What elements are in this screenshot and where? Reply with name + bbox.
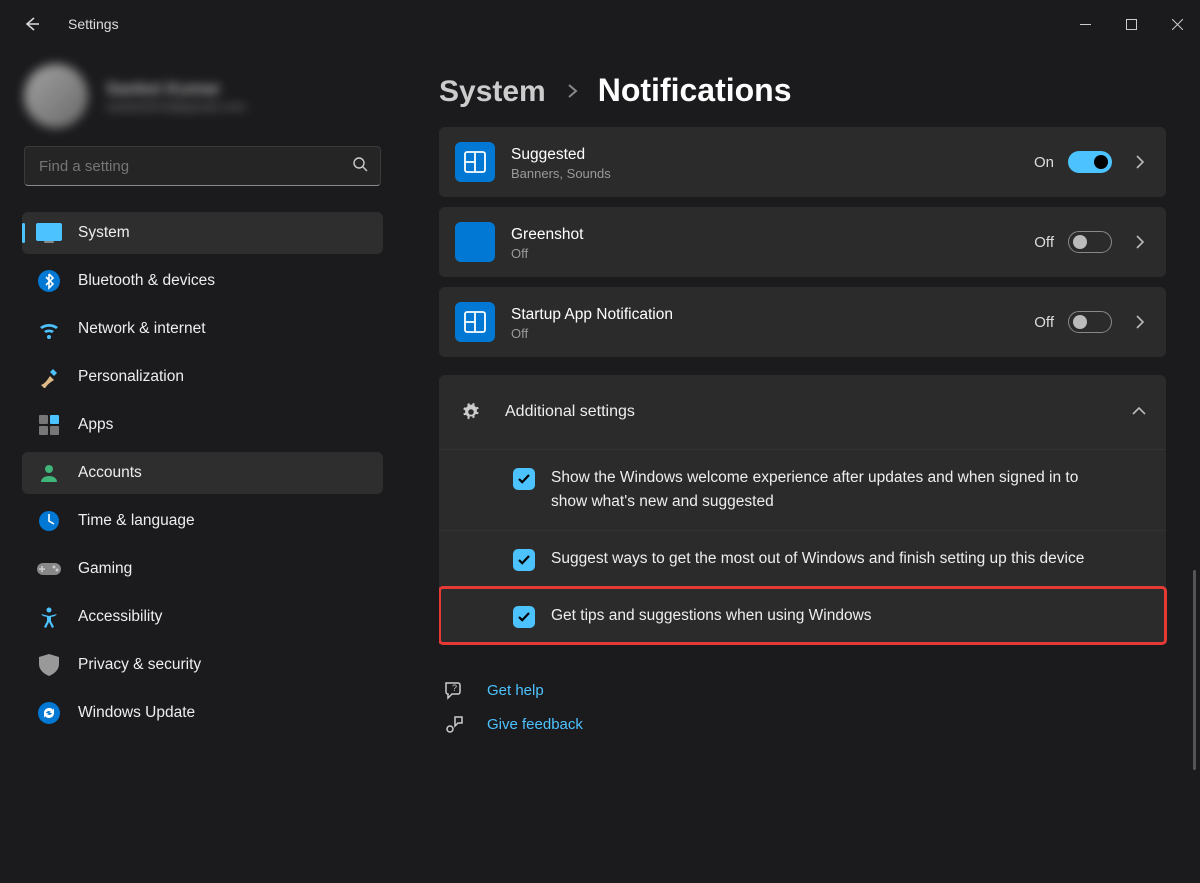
sidebar-item-label: Apps: [78, 416, 113, 434]
window-controls: [1062, 4, 1200, 44]
sidebar-item-gaming[interactable]: Gaming: [22, 548, 383, 590]
checkbox-row-highlighted[interactable]: Get tips and suggestions when using Wind…: [439, 587, 1166, 644]
system-icon: [34, 218, 64, 248]
update-icon: [34, 698, 64, 728]
scrollbar[interactable]: [1193, 140, 1197, 860]
footer-link-label: Get help: [487, 682, 544, 699]
app-row-title: Startup App Notification: [511, 304, 1020, 326]
nav-list: System Bluetooth & devices Network & int…: [16, 212, 389, 734]
sidebar-item-accounts[interactable]: Accounts: [22, 452, 383, 494]
app-row-subtitle: Off: [511, 326, 1020, 341]
sidebar-item-label: Windows Update: [78, 704, 195, 722]
sidebar-item-time[interactable]: Time & language: [22, 500, 383, 542]
sidebar-item-accessibility[interactable]: Accessibility: [22, 596, 383, 638]
brush-icon: [34, 362, 64, 392]
checkbox-checked-icon[interactable]: [513, 606, 535, 628]
checkbox-label: Suggest ways to get the most out of Wind…: [551, 547, 1084, 571]
sidebar-item-apps[interactable]: Apps: [22, 404, 383, 446]
sidebar-item-bluetooth[interactable]: Bluetooth & devices: [22, 260, 383, 302]
sidebar-item-label: Gaming: [78, 560, 132, 578]
page-title: Notifications: [598, 72, 792, 109]
toggle-state-label: On: [1034, 154, 1054, 171]
app-row-title: Suggested: [511, 144, 1020, 166]
chevron-right-icon: [1130, 315, 1150, 329]
chevron-right-icon: [566, 79, 578, 105]
notification-app-row[interactable]: Suggested Banners, Sounds On: [439, 127, 1166, 197]
clock-globe-icon: [34, 506, 64, 536]
sidebar-item-update[interactable]: Windows Update: [22, 692, 383, 734]
user-email: sanket2019@gmail.com: [106, 99, 246, 114]
close-button[interactable]: [1154, 4, 1200, 44]
sidebar-item-privacy[interactable]: Privacy & security: [22, 644, 383, 686]
app-title: Settings: [68, 16, 119, 32]
avatar: [24, 64, 88, 128]
sidebar-item-label: Personalization: [78, 368, 184, 386]
additional-settings-header[interactable]: Additional settings: [439, 375, 1166, 449]
titlebar: Settings: [0, 0, 1200, 48]
notification-app-row[interactable]: Greenshot Off Off: [439, 207, 1166, 277]
user-account-block[interactable]: Sanket Kumar sanket2019@gmail.com: [16, 60, 389, 140]
person-icon: [34, 458, 64, 488]
apps-icon: [34, 410, 64, 440]
sidebar-item-personalization[interactable]: Personalization: [22, 356, 383, 398]
footer-links: ? Get help Give feedback: [443, 680, 1166, 734]
svg-text:?: ?: [452, 683, 457, 693]
chevron-right-icon: [1130, 155, 1150, 169]
toggle-switch[interactable]: [1068, 151, 1112, 173]
app-row-subtitle: Banners, Sounds: [511, 166, 1020, 181]
sidebar-item-label: System: [78, 224, 130, 242]
sidebar: Sanket Kumar sanket2019@gmail.com System: [0, 48, 405, 883]
search-icon: [352, 156, 368, 177]
checkbox-checked-icon[interactable]: [513, 549, 535, 571]
gamepad-icon: [34, 554, 64, 584]
sidebar-item-label: Accounts: [78, 464, 142, 482]
section-title: Additional settings: [505, 403, 1132, 421]
app-row-title: Greenshot: [511, 224, 1020, 246]
shield-icon: [34, 650, 64, 680]
checkbox-row[interactable]: Suggest ways to get the most out of Wind…: [439, 530, 1166, 587]
additional-settings-list: Show the Windows welcome experience afte…: [439, 449, 1166, 644]
breadcrumb: System Notifications: [439, 72, 1170, 109]
bluetooth-icon: [34, 266, 64, 296]
toggle-switch[interactable]: [1068, 311, 1112, 333]
user-name: Sanket Kumar: [106, 79, 246, 99]
sidebar-item-system[interactable]: System: [22, 212, 383, 254]
chevron-up-icon: [1132, 403, 1146, 421]
main-content: System Notifications Suggested Banners, …: [405, 48, 1200, 883]
search-input-wrap[interactable]: [24, 146, 381, 186]
checkbox-label: Show the Windows welcome experience afte…: [551, 466, 1111, 514]
get-help-link[interactable]: ? Get help: [443, 680, 1166, 700]
app-icon: [455, 222, 495, 262]
back-button[interactable]: [20, 12, 44, 36]
sidebar-item-label: Time & language: [78, 512, 195, 530]
checkbox-row[interactable]: Show the Windows welcome experience afte…: [439, 449, 1166, 530]
search-input[interactable]: [37, 157, 352, 176]
breadcrumb-parent[interactable]: System: [439, 75, 546, 109]
app-icon: [455, 142, 495, 182]
accessibility-icon: [34, 602, 64, 632]
chevron-right-icon: [1130, 235, 1150, 249]
notification-app-row[interactable]: Startup App Notification Off Off: [439, 287, 1166, 357]
toggle-state-label: Off: [1034, 234, 1054, 251]
toggle-state-label: Off: [1034, 314, 1054, 331]
feedback-icon: [443, 714, 465, 734]
maximize-button[interactable]: [1108, 4, 1154, 44]
app-icon: [455, 302, 495, 342]
sidebar-item-label: Network & internet: [78, 320, 206, 338]
app-row-subtitle: Off: [511, 246, 1020, 261]
sidebar-item-label: Privacy & security: [78, 656, 201, 674]
checkbox-label: Get tips and suggestions when using Wind…: [551, 604, 872, 628]
minimize-button[interactable]: [1062, 4, 1108, 44]
sidebar-item-label: Accessibility: [78, 608, 162, 626]
toggle-switch[interactable]: [1068, 231, 1112, 253]
checkbox-checked-icon[interactable]: [513, 468, 535, 490]
gears-icon: [457, 401, 485, 423]
sidebar-item-label: Bluetooth & devices: [78, 272, 215, 290]
give-feedback-link[interactable]: Give feedback: [443, 714, 1166, 734]
sidebar-item-network[interactable]: Network & internet: [22, 308, 383, 350]
help-icon: ?: [443, 680, 465, 700]
wifi-icon: [34, 314, 64, 344]
footer-link-label: Give feedback: [487, 716, 583, 733]
